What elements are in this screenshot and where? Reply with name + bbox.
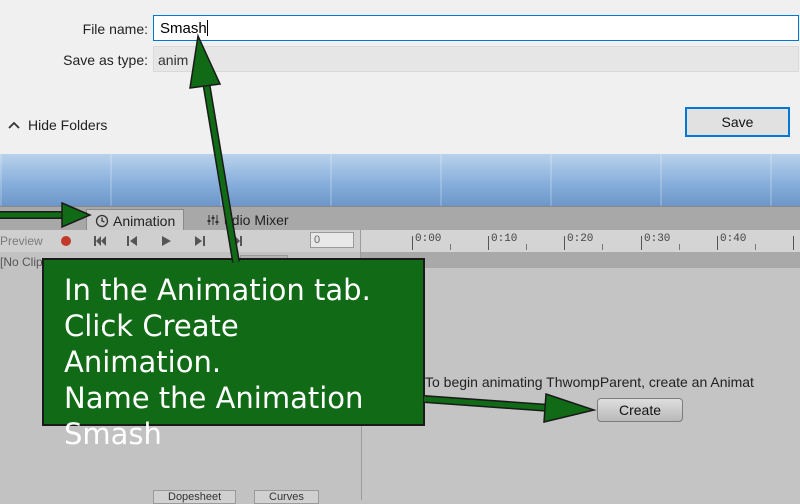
frame-field[interactable]: 0: [310, 232, 354, 248]
editor-tab-bar: Animation udio Mixer: [0, 206, 800, 231]
create-animation-hint: To begin animating ThwompParent, create …: [425, 374, 754, 390]
tick-label: 0:00: [415, 233, 442, 245]
first-key-button[interactable]: [86, 232, 114, 250]
file-name-value: Smash: [160, 20, 207, 37]
timeline-events-bar: [360, 252, 800, 268]
step-forward-icon: [195, 236, 205, 246]
timeline-ruler[interactable]: 0:00 0:10 0:20 0:30 0:40: [360, 230, 800, 253]
save-button[interactable]: Save: [685, 107, 790, 137]
step-back-icon: [127, 236, 137, 246]
file-name-label: File name:: [82, 21, 148, 37]
record-icon: [61, 236, 71, 246]
create-button[interactable]: Create: [597, 398, 683, 422]
clip-selector[interactable]: [No Clip: [0, 255, 43, 269]
instruction-callout: In the Animation tab. Click Create Anima…: [42, 258, 425, 451]
last-key-button[interactable]: [222, 232, 250, 250]
save-as-type-select[interactable]: anim: [153, 46, 799, 72]
preview-toggle[interactable]: Preview: [0, 234, 43, 248]
callout-line: Click Create Animation.: [64, 309, 239, 379]
tab-animation[interactable]: Animation: [86, 209, 185, 231]
callout-line: Smash: [64, 417, 162, 451]
file-name-input[interactable]: Smash: [153, 15, 799, 41]
clock-icon: [95, 214, 109, 227]
hide-folders-toggle[interactable]: Hide Folders: [8, 117, 107, 133]
hide-folders-label: Hide Folders: [28, 117, 108, 133]
save-as-type-value: anim: [158, 52, 189, 68]
tab-curves[interactable]: Curves: [254, 490, 319, 504]
play-button[interactable]: [152, 232, 180, 250]
animation-toolbar: Preview 0: [0, 230, 360, 253]
tab-audio-mixer[interactable]: udio Mixer: [198, 209, 297, 231]
tick-label: 0:20: [567, 233, 594, 245]
tick-label: 0:10: [491, 233, 518, 245]
tab-animation-label: Animation: [113, 212, 176, 229]
tab-audio-mixer-label: udio Mixer: [224, 212, 289, 228]
prev-key-button[interactable]: [118, 232, 146, 250]
save-dialog: File name: Smash Save as type: anim Hide…: [0, 0, 800, 155]
callout-line: Name the Animation: [64, 381, 364, 415]
skip-start-icon: [94, 236, 106, 246]
scene-view: [0, 154, 800, 206]
save-as-type-label: Save as type:: [63, 52, 148, 68]
skip-end-icon: [230, 236, 242, 246]
mixer-icon: [207, 215, 219, 225]
callout-line: In the Animation tab.: [64, 273, 371, 307]
next-key-button[interactable]: [186, 232, 214, 250]
record-button[interactable]: [52, 232, 80, 250]
chevron-up-icon: [8, 121, 20, 129]
play-icon: [162, 236, 171, 246]
tick-label: 0:30: [644, 233, 671, 245]
tick-label: 0:40: [720, 233, 747, 245]
tab-dopesheet[interactable]: Dopesheet: [153, 490, 237, 504]
